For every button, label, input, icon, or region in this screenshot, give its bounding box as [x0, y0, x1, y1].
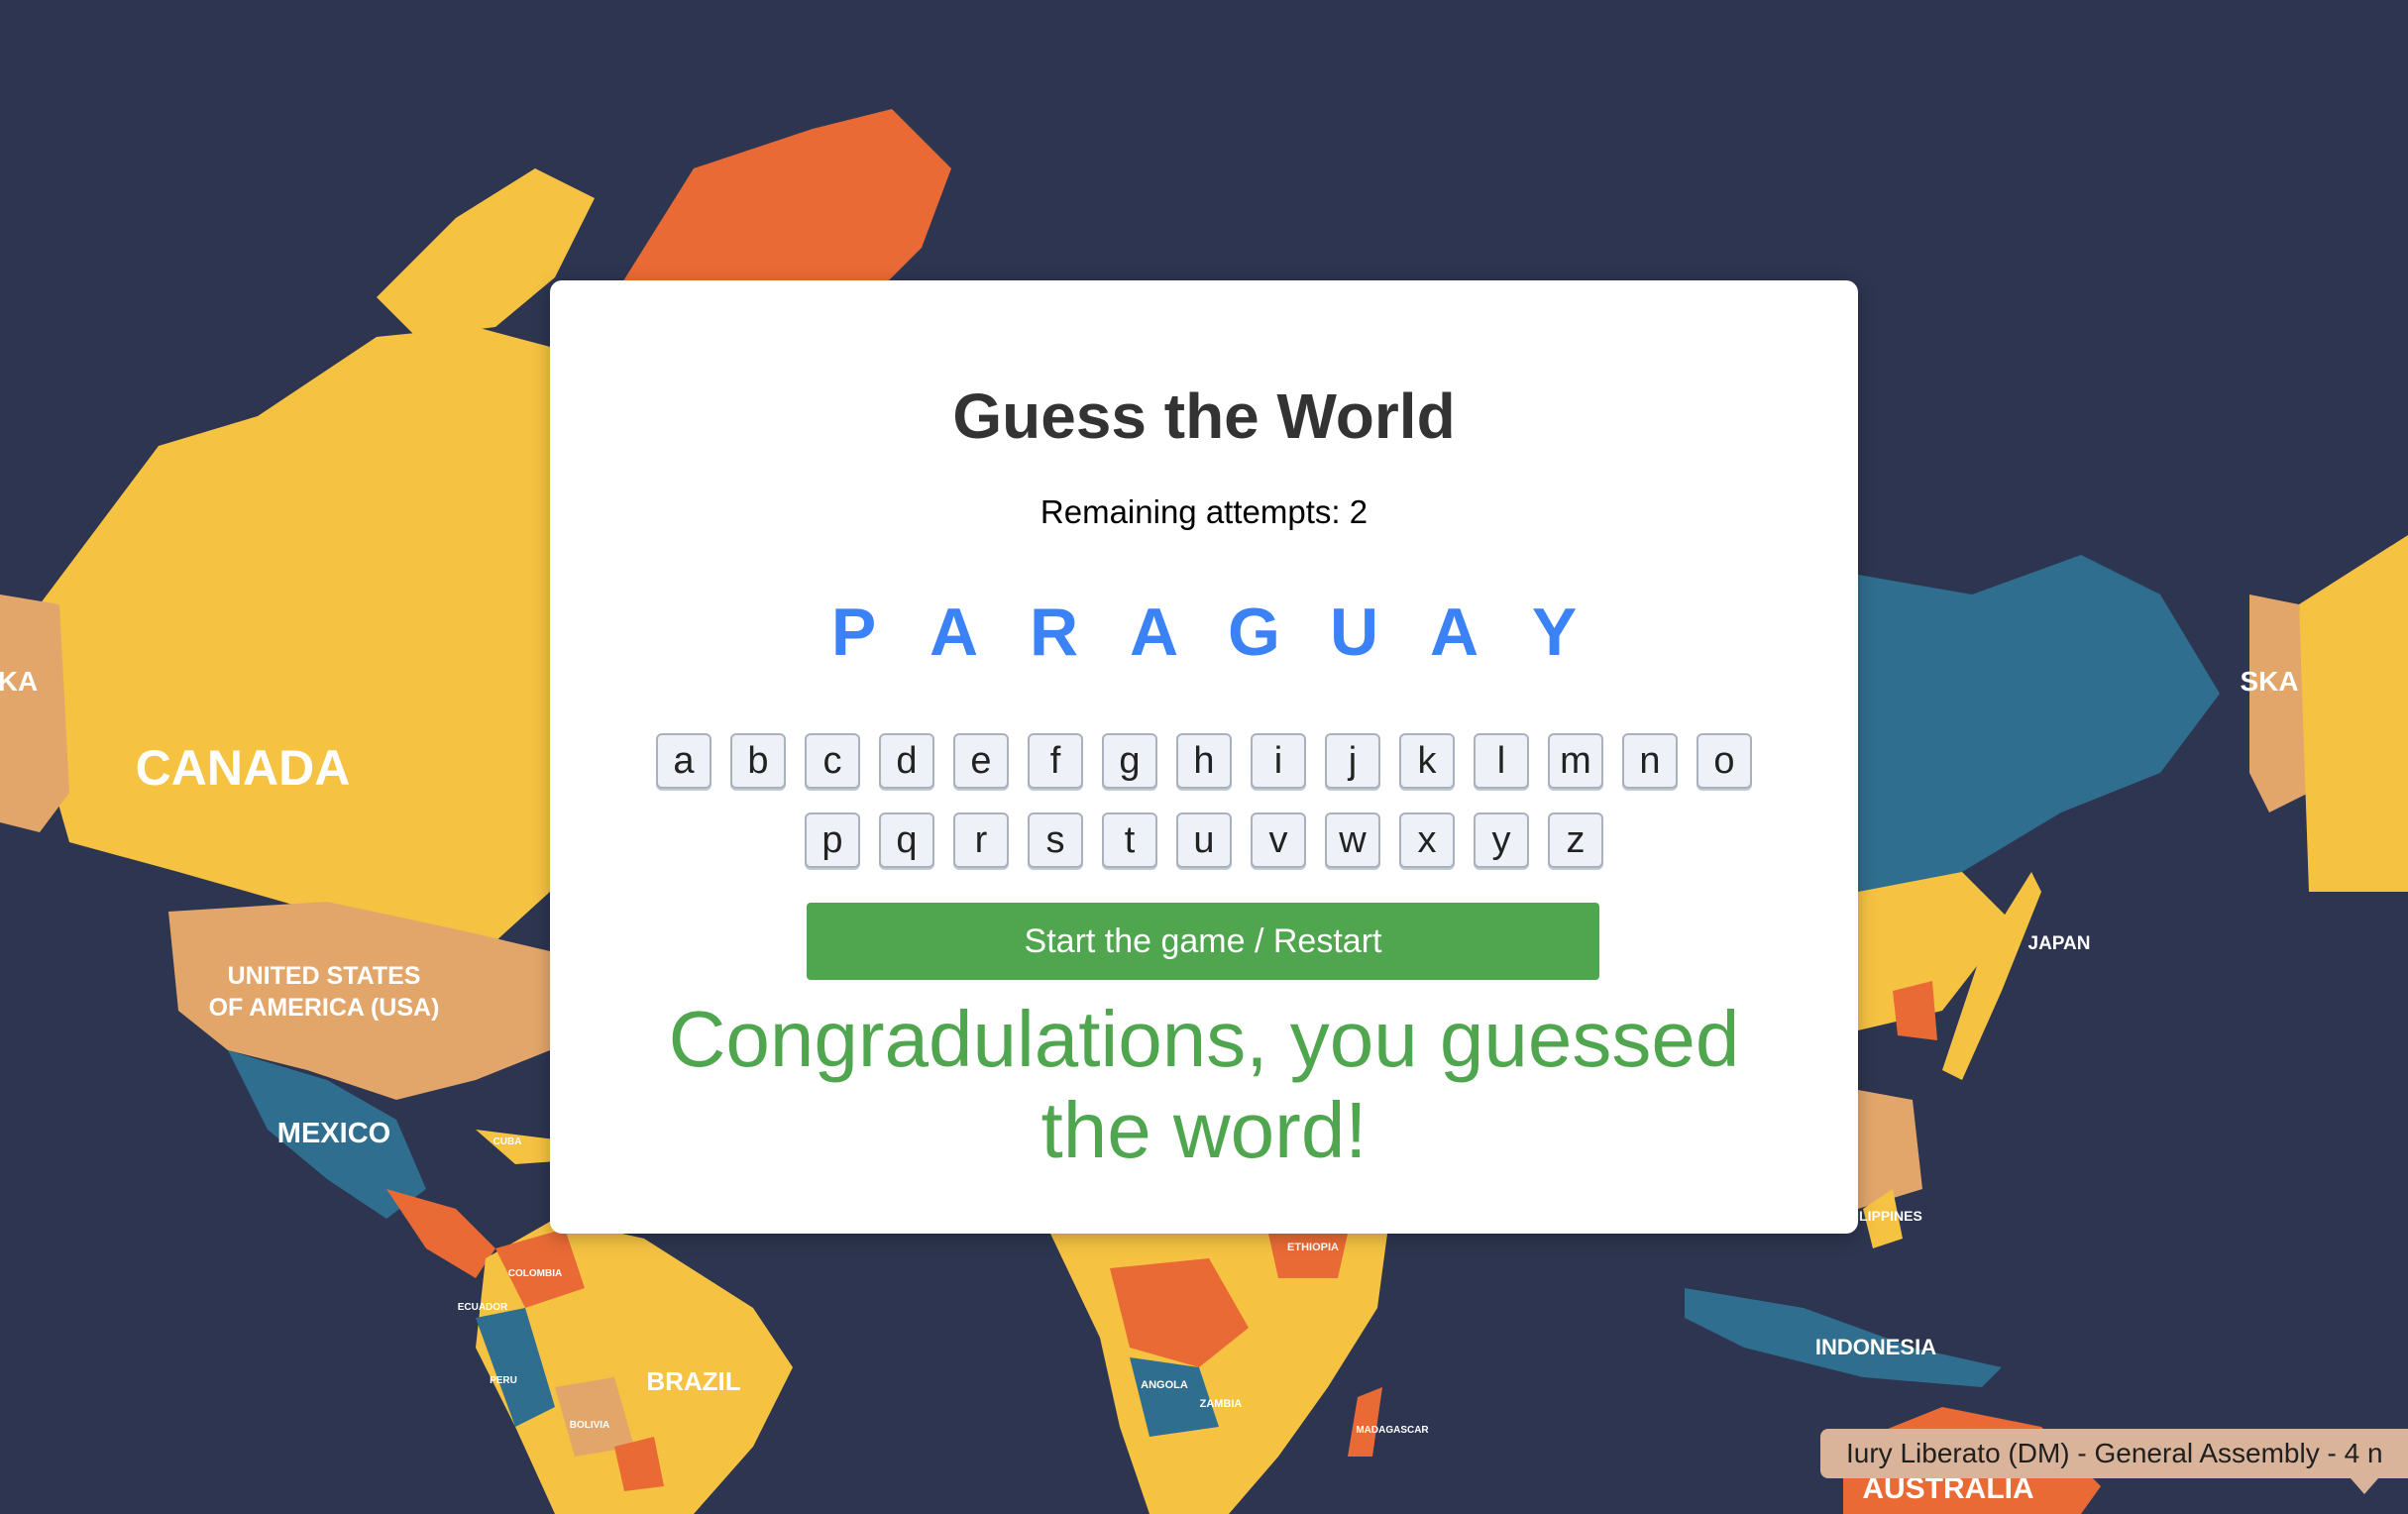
map-label-bolivia: BOLIVIA — [570, 1420, 610, 1431]
start-restart-button[interactable]: Start the game / Restart — [807, 903, 1599, 980]
word-letter: Y — [1531, 595, 1578, 670]
key-s[interactable]: s — [1028, 812, 1083, 868]
word-letter: A — [1129, 595, 1179, 670]
key-n[interactable]: n — [1622, 733, 1678, 789]
alaska-left-shape — [0, 595, 69, 832]
key-d[interactable]: d — [879, 733, 934, 789]
map-label-canada: CANADA — [136, 740, 351, 796]
word-letter: G — [1228, 595, 1280, 670]
success-message: Congradulations, you guessed the word! — [668, 995, 1740, 1174]
word-letter: U — [1329, 595, 1379, 670]
ethiopia-shape — [1268, 1234, 1348, 1278]
map-label-ethiopia: ETHIOPIA — [1287, 1242, 1339, 1253]
keyboard-row-1: a b c d e f g h i j k l m n o — [550, 733, 1858, 789]
word-letter: A — [1429, 595, 1479, 670]
map-label-angola: ANGOLA — [1141, 1379, 1188, 1391]
key-p[interactable]: p — [805, 812, 860, 868]
word-letter: R — [1029, 595, 1079, 670]
remaining-attempts-label: Remaining attempts: 2 — [1040, 493, 1368, 530]
notification-arrow-icon — [2351, 1478, 2378, 1494]
key-v[interactable]: v — [1251, 812, 1306, 868]
map-label-philippines: ILIPPINES — [1855, 1208, 1922, 1224]
key-e[interactable]: e — [953, 733, 1009, 789]
key-r[interactable]: r — [953, 812, 1009, 868]
key-l[interactable]: l — [1474, 733, 1529, 789]
key-x[interactable]: x — [1399, 812, 1455, 868]
game-title: Guess the World — [952, 380, 1456, 452]
map-label-mexico: MEXICO — [277, 1118, 390, 1149]
map-label-japan: JAPAN — [2028, 933, 2091, 954]
korea-shape — [1893, 981, 1937, 1040]
map-label-ecuador: ECUADOR — [458, 1302, 508, 1313]
notification-tooltip[interactable]: Iury Liberato (DM) - General Assembly - … — [1820, 1429, 2408, 1478]
map-label-alaska-right: SKA — [2240, 666, 2298, 697]
key-m[interactable]: m — [1548, 733, 1603, 789]
map-label-usa-line2: OF AMERICA (USA) — [209, 994, 440, 1022]
map-label-peru: PERU — [490, 1375, 517, 1386]
key-c[interactable]: c — [805, 733, 860, 789]
game-page: CANADA UNITED STATES OF AMERICA (USA) ME… — [0, 0, 2408, 1514]
map-label-cuba: CUBA — [493, 1136, 522, 1147]
key-o[interactable]: o — [1697, 733, 1752, 789]
key-g[interactable]: g — [1102, 733, 1157, 789]
game-card: Guess the World Remaining attempts: 2 P … — [550, 280, 1858, 1234]
word-letter: P — [830, 595, 877, 670]
key-z[interactable]: z — [1548, 812, 1603, 868]
key-f[interactable]: f — [1028, 733, 1083, 789]
map-label-indonesia: INDONESIA — [1815, 1335, 1936, 1359]
key-a[interactable]: a — [656, 733, 711, 789]
map-label-zambia: ZAMBIA — [1200, 1398, 1243, 1410]
map-label-madagascar: MADAGASCAR — [1356, 1425, 1429, 1436]
word-letter: A — [929, 595, 979, 670]
key-b[interactable]: b — [730, 733, 786, 789]
map-label-usa-line1: UNITED STATES — [228, 962, 421, 990]
key-y[interactable]: y — [1474, 812, 1529, 868]
key-t[interactable]: t — [1102, 812, 1157, 868]
word-display: P A R A G U A Y — [550, 588, 1858, 677]
map-label-brazil: BRAZIL — [646, 1366, 740, 1396]
key-q[interactable]: q — [879, 812, 934, 868]
map-label-alaska-left: KA — [0, 666, 38, 697]
key-i[interactable]: i — [1251, 733, 1306, 789]
key-h[interactable]: h — [1176, 733, 1232, 789]
key-w[interactable]: w — [1325, 812, 1380, 868]
map-label-colombia: COLOMBIA — [508, 1268, 562, 1279]
key-k[interactable]: k — [1399, 733, 1455, 789]
key-j[interactable]: j — [1325, 733, 1380, 789]
key-u[interactable]: u — [1176, 812, 1232, 868]
keyboard-row-2: p q r s t u v w x y z — [550, 812, 1858, 868]
